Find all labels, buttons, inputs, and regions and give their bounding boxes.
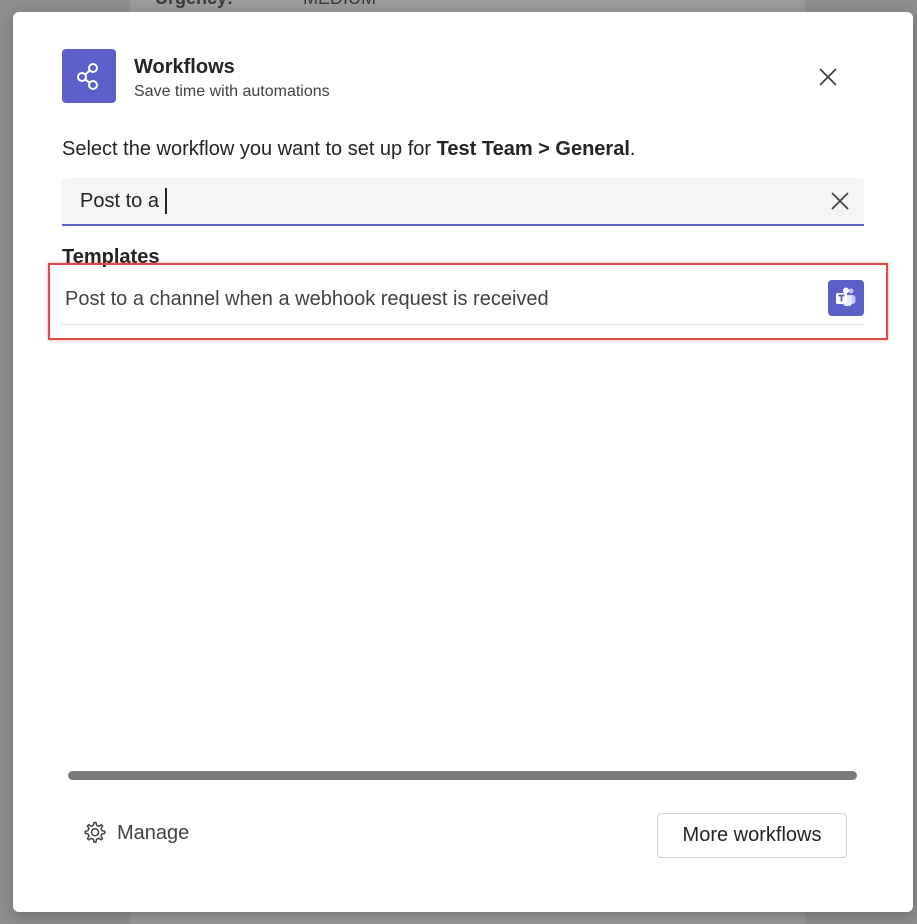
breadcrumb-separator: > [532,138,556,160]
close-icon [819,68,837,86]
templates-heading: Templates [62,246,160,268]
horizontal-scrollbar[interactable] [68,771,857,780]
more-workflows-button[interactable]: More workflows [657,813,847,858]
teams-icon [828,280,864,316]
background-field-label: Urgency: [155,0,233,9]
share-nodes-icon [62,49,116,103]
template-item-webhook[interactable]: Post to a channel when a webhook request… [62,278,864,325]
text-caret [164,188,167,214]
dialog-subtitle: Save time with automations [134,83,330,100]
channel-name: General [555,138,630,160]
dialog-title: Workflows [134,56,235,78]
gear-icon [84,821,106,843]
instruction-suffix: . [629,138,636,160]
search-value: Post to a [80,189,159,212]
clear-search-button[interactable] [828,189,852,213]
workflows-dialog: Workflows Save time with automations Sel… [13,12,913,912]
manage-label: Manage [117,821,190,844]
manage-button[interactable]: Manage [81,820,189,846]
instruction-prefix: Select the workflow you want to set up f… [62,138,437,160]
clear-icon [831,192,849,210]
instruction-text: Select the workflow you want to set up f… [62,138,635,161]
search-field[interactable]: Post to a [62,178,864,226]
team-name: Test Team [436,138,533,160]
search-input[interactable]: Post to a [80,188,167,214]
close-button[interactable] [813,62,843,92]
background-field-value: MEDIUM [303,0,376,9]
template-label: Post to a channel when a webhook request… [65,288,549,310]
